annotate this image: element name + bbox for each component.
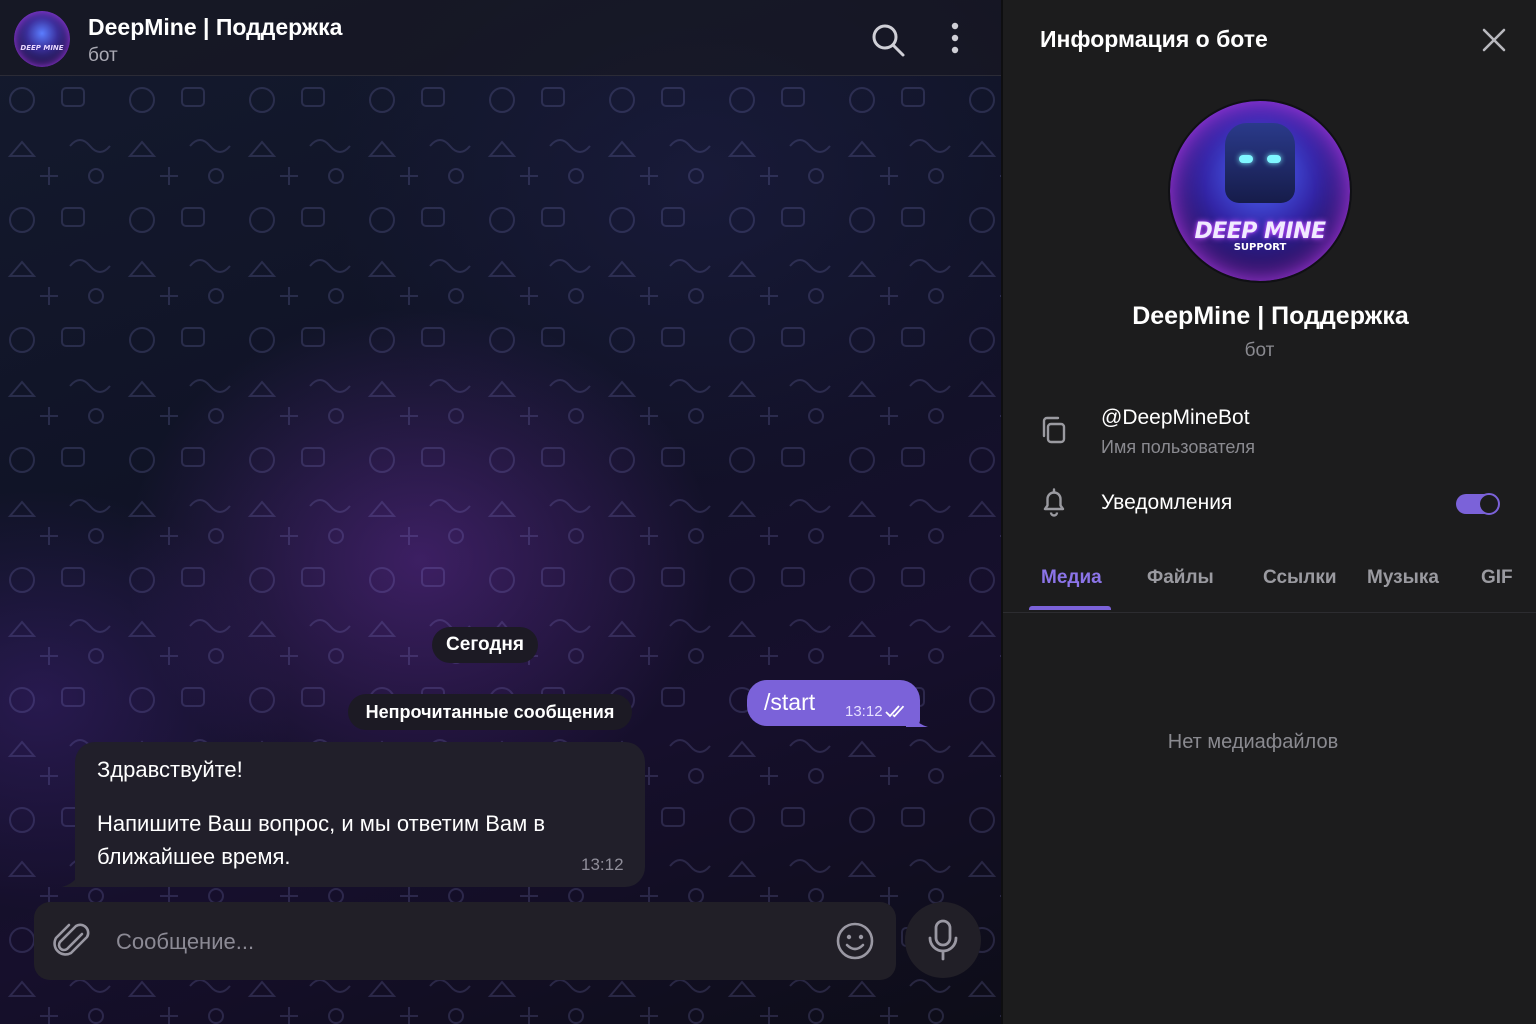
bot-avatar[interactable]: DEEP MINE SUPPORT [1170,101,1350,281]
message-line: Здравствуйте! [97,757,243,782]
microphone-icon [928,919,958,961]
bot-info-panel: Информация о боте DEEP MINE SUPPORT Deep… [1001,0,1536,1024]
bot-name: DeepMine | Поддержка [1132,302,1409,330]
message-time: 13:12 [581,855,624,874]
empty-media-text: Нет медиафайлов [1167,731,1339,753]
date-separator: Сегодня [432,627,538,663]
copy-icon[interactable] [1038,414,1070,446]
message-input[interactable] [114,924,758,960]
search-icon[interactable] [868,20,908,60]
tab-links[interactable]: Ссылки [1263,567,1337,589]
message-line: ближайшее время. [97,844,291,869]
chat-avatar[interactable]: DEEP MINE [14,11,70,67]
chat-subtitle: бот [88,45,118,66]
tab-gif[interactable]: GIF [1481,567,1513,589]
toggle-knob [1478,493,1500,515]
username-label: Имя пользователя [1101,437,1256,457]
message-composer [34,902,896,980]
tab-files[interactable]: Файлы [1147,567,1214,589]
message-line: Напишите Ваш вопрос, и мы ответим Вам в [97,811,546,836]
voice-record-button[interactable] [905,902,981,978]
chat-title[interactable]: DeepMine | Поддержка [88,14,342,41]
notifications-toggle[interactable] [1456,493,1500,515]
tab-media[interactable]: Медиа [1041,567,1102,589]
chat-header: DEEP MINE DeepMine | Поддержка бот [0,0,1001,76]
chat-pane: DEEP MINE DeepMine | Поддержка бот Сегод… [0,0,1001,1024]
chat-avatar-logo: DEEP MINE [20,44,64,52]
incoming-message[interactable]: Здравствуйте! Напишите Ваш вопрос, и мы … [75,742,645,887]
close-icon[interactable] [1479,25,1509,55]
outgoing-message[interactable]: /start 13:12 [747,680,920,726]
tab-music[interactable]: Музыка [1367,567,1439,589]
media-tabs: Медиа Файлы Ссылки Музыка GIF [1003,555,1536,613]
message-time: 13:12 [845,703,883,720]
unread-separator: Непрочитанные сообщения [348,694,632,730]
notifications-label: Уведомления [1101,491,1233,514]
paperclip-icon[interactable] [52,920,92,962]
active-tab-indicator [1029,606,1111,610]
bot-username[interactable]: @DeepMineBot [1101,406,1250,430]
panel-title: Информация о боте [1040,26,1268,52]
robot-image [1225,123,1295,203]
avatar-logo-text: DEEP MINE [1194,219,1326,244]
message-text: /start [764,689,816,715]
bell-icon [1043,488,1065,517]
more-vertical-icon[interactable] [940,18,970,58]
double-check-icon [885,705,905,718]
bot-subtitle: бот [1244,340,1275,361]
smile-icon[interactable] [834,920,876,962]
avatar-logo-subtext: SUPPORT [1233,242,1287,253]
